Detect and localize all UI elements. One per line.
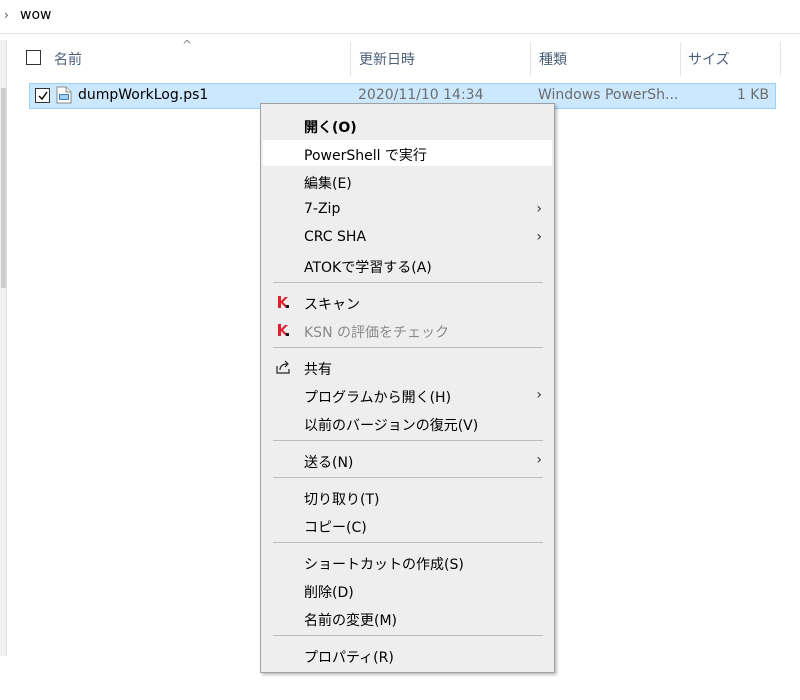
menu-item-ksn-check[interactable]: KSN の評価をチェック [263,317,552,343]
submenu-arrow-icon: › [536,201,542,217]
menu-item-label: PowerShell で実行 [304,148,427,164]
file-size: 1 KB [736,87,769,103]
column-divider[interactable] [350,42,351,76]
submenu-arrow-icon: › [536,387,542,403]
file-modified-date: 2020/11/10 14:34 [358,87,484,103]
menu-separator [273,477,543,478]
menu-item-label: CRC SHA [304,229,367,245]
share-icon [276,360,290,374]
menu-item-label: 送る(N) [304,455,354,471]
menu-item-run-powershell[interactable]: PowerShell で実行 [263,140,552,166]
kaspersky-icon [278,296,289,308]
column-header-size-label: サイズ [688,52,730,68]
column-divider[interactable] [680,42,681,76]
menu-item-label: スキャン [304,297,360,313]
column-header-name-label: 名前 [54,52,82,68]
menu-item-label: ショートカットの作成(S) [304,557,464,573]
chevron-right-icon[interactable]: › [4,8,9,22]
menu-item-delete[interactable]: 削除(D) [263,577,552,603]
menu-item-label: 以前のバージョンの復元(V) [304,418,479,434]
column-header-row: ^ 名前 更新日時 種類 サイズ [14,38,794,76]
column-header-type-label: 種類 [539,52,567,68]
submenu-arrow-icon: › [536,229,542,245]
menu-separator [273,347,543,348]
menu-item-label: 共有 [304,362,332,378]
menu-item-label: 削除(D) [304,585,354,601]
menu-separator [273,542,543,543]
menu-item-open[interactable]: 開く(O) [263,112,552,138]
file-name[interactable]: dumpWorkLog.ps1 [78,87,208,103]
menu-item-label: 開く(O) [304,120,357,136]
menu-item-label: 7-Zip [304,201,341,217]
checkmark-icon [38,91,48,101]
menu-separator [273,635,543,636]
menu-item-copy[interactable]: コピー(C) [263,512,552,538]
menu-item-label: 名前の変更(M) [304,613,398,629]
column-divider[interactable] [530,42,531,76]
menu-item-label: 切り取り(T) [304,492,380,508]
menu-item-create-shortcut[interactable]: ショートカットの作成(S) [263,549,552,575]
menu-item-restore-previous[interactable]: 以前のバージョンの復元(V) [263,410,552,436]
address-bar[interactable]: › wow [0,0,800,34]
column-divider[interactable] [780,42,781,76]
menu-item-scan[interactable]: スキャン [263,289,552,315]
menu-item-label: ATOKで学習する(A) [304,260,432,276]
file-type: Windows PowerSh... [538,87,679,103]
column-header-size[interactable]: サイズ [688,42,730,76]
menu-item-label: コピー(C) [304,520,367,536]
menu-item-crc-sha[interactable]: CRC SHA › [263,224,552,250]
column-header-name[interactable]: 名前 [54,42,82,76]
file-checkbox[interactable] [35,88,50,103]
breadcrumb-current-folder[interactable]: wow [20,7,51,23]
scrollbar-thumb[interactable] [1,88,6,288]
column-header-modified-label: 更新日時 [359,52,415,68]
select-all-checkbox[interactable] [26,50,41,65]
column-header-modified[interactable]: 更新日時 [359,42,415,76]
sort-ascending-icon: ^ [182,38,193,52]
menu-item-atok[interactable]: ATOKで学習する(A) [263,252,552,278]
context-menu: 開く(O) PowerShell で実行 編集(E) 7-Zip › CRC S… [260,103,555,673]
menu-separator [273,440,543,441]
column-header-type[interactable]: 種類 [539,42,567,76]
kaspersky-icon [278,324,289,336]
menu-item-7zip[interactable]: 7-Zip › [263,196,552,222]
menu-item-edit[interactable]: 編集(E) [263,168,552,194]
menu-item-label: プログラムから開く(H) [304,390,452,406]
menu-item-properties[interactable]: プロパティ(R) [263,642,552,668]
script-file-icon [56,86,72,104]
navigation-pane-scrollbar[interactable] [0,40,7,656]
submenu-arrow-icon: › [536,452,542,468]
menu-item-rename[interactable]: 名前の変更(M) [263,605,552,631]
menu-item-cut[interactable]: 切り取り(T) [263,484,552,510]
menu-item-open-with[interactable]: プログラムから開く(H) › [263,382,552,408]
menu-separator [273,282,543,283]
menu-item-label: KSN の評価をチェック [304,325,449,341]
menu-item-share[interactable]: 共有 [263,354,552,380]
menu-item-send-to[interactable]: 送る(N) › [263,447,552,473]
menu-item-label: 編集(E) [304,176,352,192]
menu-item-label: プロパティ(R) [304,650,394,666]
